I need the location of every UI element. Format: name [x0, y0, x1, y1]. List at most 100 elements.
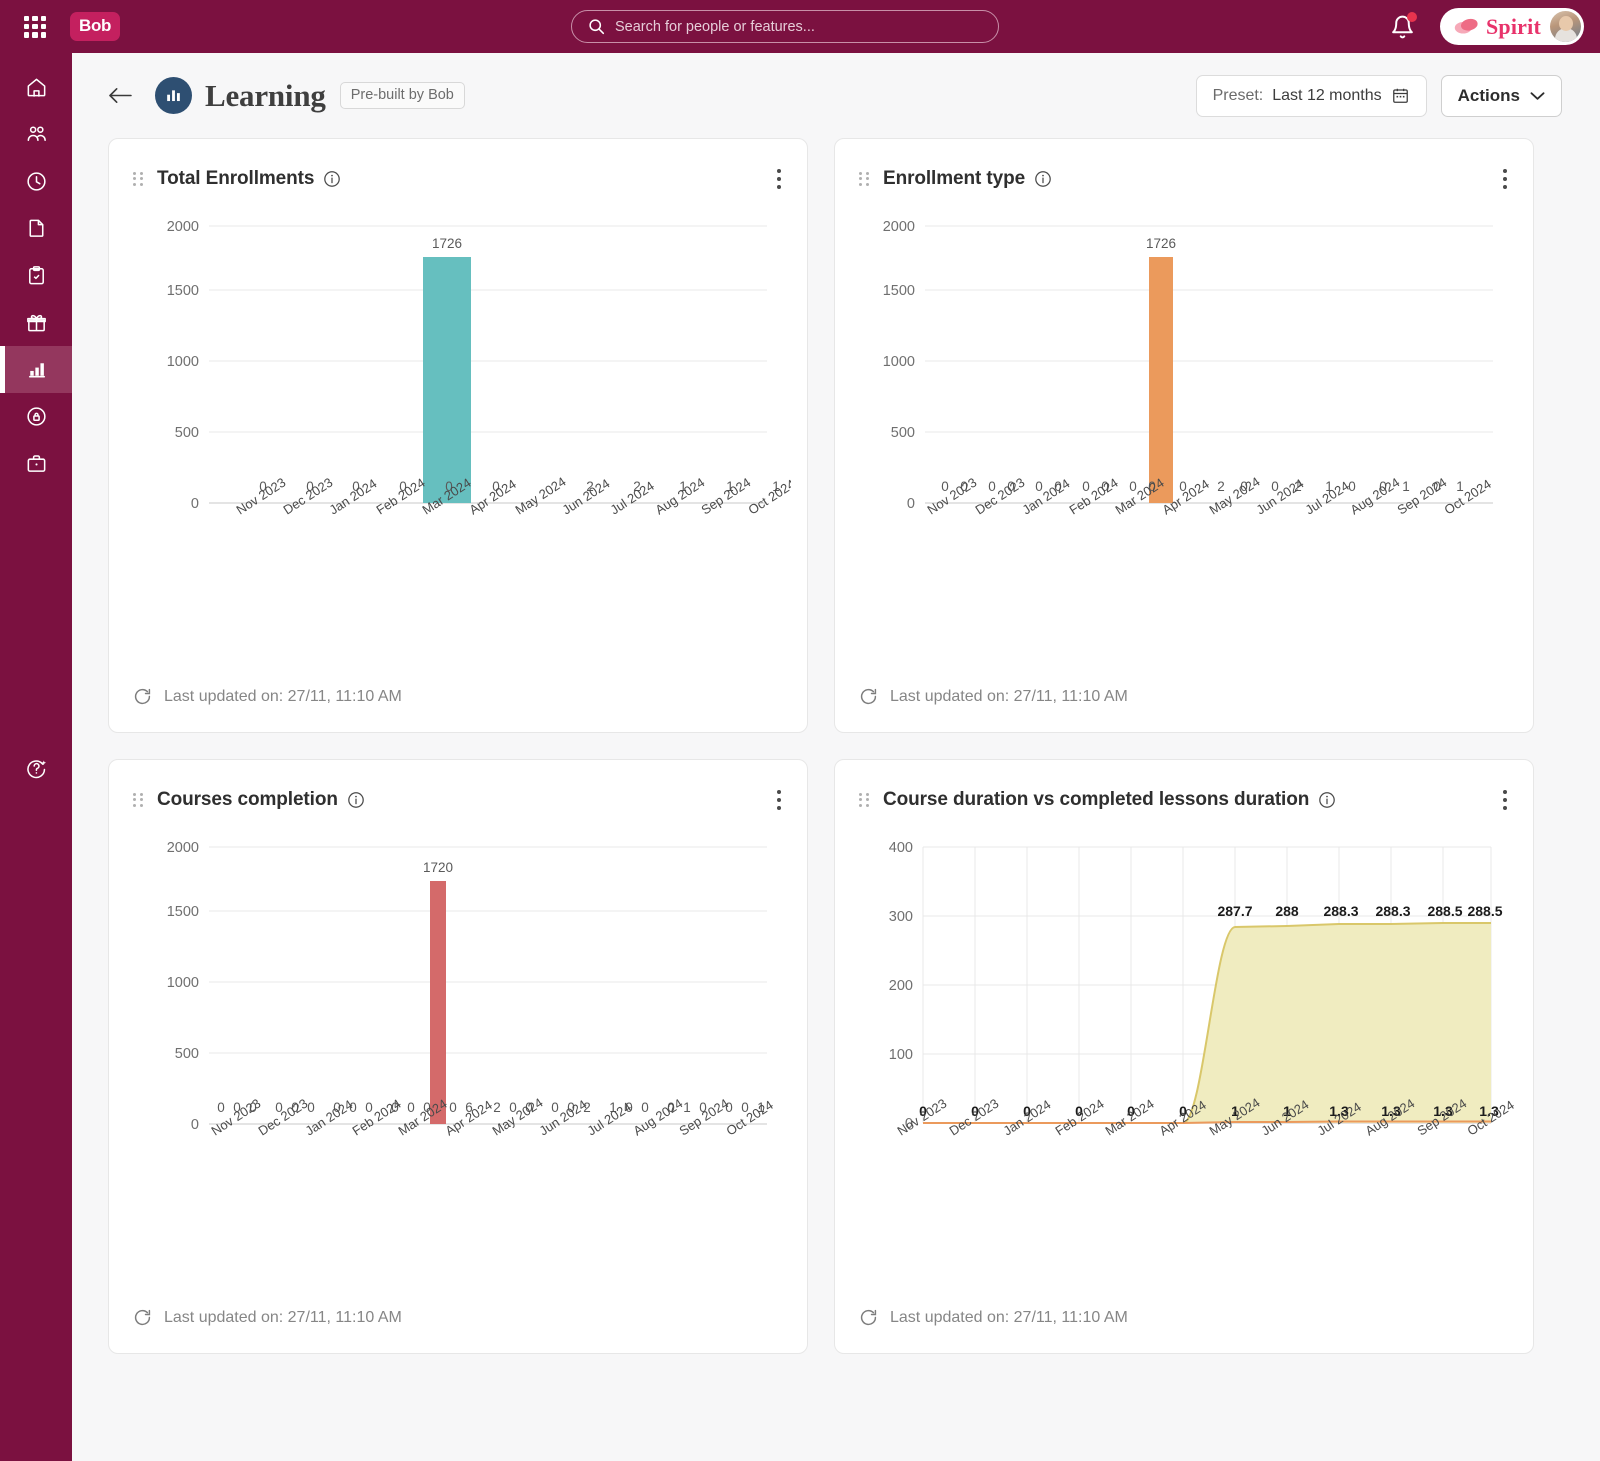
sidebar-item-benefits[interactable] — [0, 299, 72, 346]
card-title: Courses completion — [157, 789, 338, 810]
kebab-menu-icon[interactable] — [771, 786, 783, 814]
sidebar-item-analytics[interactable] — [0, 346, 72, 393]
card-title: Enrollment type — [883, 168, 1026, 189]
sidebar-item-help[interactable] — [0, 745, 72, 792]
sidebar-item-compensation[interactable] — [0, 393, 72, 440]
avatar[interactable] — [1550, 11, 1581, 42]
svg-text:400: 400 — [889, 840, 913, 856]
card-total-enrollments: Total Enrollments 2000 1500 1000 500 0 1… — [108, 138, 808, 733]
svg-text:1500: 1500 — [883, 283, 915, 299]
card-courses-completion: Courses completion 2000 1500 1000 500 0 … — [108, 759, 808, 1354]
info-icon[interactable] — [347, 791, 365, 809]
svg-text:100: 100 — [889, 1047, 913, 1063]
refresh-icon[interactable] — [859, 1308, 878, 1327]
last-updated-text: Last updated on: 27/11, 11:10 AM — [890, 1308, 1128, 1326]
kebab-menu-icon[interactable] — [1497, 786, 1509, 814]
refresh-icon[interactable] — [859, 687, 878, 706]
svg-text:1000: 1000 — [883, 354, 915, 370]
preset-label: Preset: — [1212, 86, 1264, 104]
search-input[interactable] — [615, 18, 955, 35]
svg-text:0: 0 — [217, 1100, 225, 1115]
bar-chart-circle-icon — [155, 77, 192, 114]
svg-text:Aug 2024: Aug 2024 — [630, 1096, 685, 1139]
header-actions: Preset: Last 12 months Actions — [1195, 74, 1562, 117]
bob-logo[interactable]: Bob — [70, 12, 121, 41]
card-footer: Last updated on: 27/11, 11:10 AM — [835, 687, 1533, 732]
notification-bell-icon[interactable] — [1390, 12, 1417, 45]
svg-text:Jun 2024: Jun 2024 — [1253, 476, 1306, 518]
actions-label: Actions — [1457, 85, 1520, 105]
card-header: Course duration vs completed lessons dur… — [835, 760, 1533, 814]
search-container[interactable] — [571, 10, 999, 43]
svg-text:0: 0 — [641, 1100, 649, 1115]
svg-text:2: 2 — [1217, 479, 1225, 494]
chart-course-duration: 400 300 200 100 0 287.7 288 288.3 288.3 … — [835, 814, 1533, 1308]
home-icon — [27, 78, 45, 97]
svg-text:Feb 2024: Feb 2024 — [1066, 475, 1120, 518]
svg-text:2000: 2000 — [167, 219, 199, 235]
account-menu[interactable]: Spirit — [1440, 8, 1584, 45]
refresh-icon[interactable] — [133, 687, 152, 706]
svg-text:Jan 2024: Jan 2024 — [1019, 476, 1072, 518]
svg-text:1: 1 — [1402, 479, 1410, 494]
sidebar-item-people[interactable] — [0, 111, 72, 158]
drag-handle-icon[interactable] — [133, 171, 144, 187]
svg-text:Nov 2023: Nov 2023 — [924, 475, 979, 518]
drag-handle-icon[interactable] — [859, 792, 870, 808]
clock-icon — [26, 172, 46, 191]
svg-text:0: 0 — [907, 496, 915, 512]
svg-text:0: 0 — [191, 496, 199, 512]
svg-text:1720: 1720 — [423, 860, 453, 875]
chevron-down-icon — [1530, 91, 1545, 100]
svg-text:288.3: 288.3 — [1375, 903, 1410, 919]
account-name: Spirit — [1486, 13, 1541, 39]
sidebar — [0, 53, 72, 1461]
svg-text:Dec 2023: Dec 2023 — [972, 475, 1027, 518]
svg-text:0: 0 — [407, 1100, 415, 1115]
sidebar-item-hiring[interactable] — [0, 440, 72, 487]
card-footer: Last updated on: 27/11, 11:10 AM — [109, 1308, 807, 1353]
svg-text:2000: 2000 — [883, 219, 915, 235]
svg-text:1500: 1500 — [167, 904, 199, 920]
card-footer: Last updated on: 27/11, 11:10 AM — [835, 1308, 1533, 1353]
svg-text:Dec 2023: Dec 2023 — [255, 1096, 310, 1139]
svg-text:Oct 2024: Oct 2024 — [745, 476, 791, 517]
page-content: Learning Pre-built by Bob Preset: Last 1… — [72, 53, 1600, 1461]
lock-shield-icon — [26, 407, 46, 426]
sidebar-item-tasks[interactable] — [0, 252, 72, 299]
drag-handle-icon[interactable] — [133, 792, 144, 808]
sidebar-item-home[interactable] — [0, 64, 72, 111]
svg-text:Jul 2024: Jul 2024 — [607, 478, 656, 517]
sidebar-item-documents[interactable] — [0, 205, 72, 252]
help-sparkle-icon — [26, 760, 46, 779]
kebab-menu-icon[interactable] — [771, 165, 783, 193]
dashboard-grid: Total Enrollments 2000 1500 1000 500 0 1… — [72, 138, 1600, 1354]
last-updated-text: Last updated on: 27/11, 11:10 AM — [164, 687, 402, 705]
svg-text:500: 500 — [175, 1046, 199, 1062]
info-icon[interactable] — [323, 170, 341, 188]
last-updated-text: Last updated on: 27/11, 11:10 AM — [890, 687, 1128, 705]
svg-text:1726: 1726 — [1146, 236, 1176, 251]
calendar-icon — [1392, 88, 1408, 103]
preset-selector[interactable]: Preset: Last 12 months — [1195, 74, 1427, 117]
briefcase-icon — [27, 455, 45, 472]
svg-text:May 2024: May 2024 — [512, 474, 568, 518]
svg-text:Oct 2024: Oct 2024 — [1441, 476, 1493, 517]
grid-apps-icon[interactable] — [24, 15, 46, 38]
refresh-icon[interactable] — [133, 1308, 152, 1327]
info-icon[interactable] — [1318, 791, 1336, 809]
kebab-menu-icon[interactable] — [1497, 165, 1509, 193]
svg-text:1500: 1500 — [167, 283, 199, 299]
svg-text:0: 0 — [191, 1117, 199, 1133]
drag-handle-icon[interactable] — [859, 171, 870, 187]
actions-button[interactable]: Actions — [1440, 74, 1562, 117]
chart-enrollment-type: 2000 1500 1000 500 0 1726 0 0 0 0 0 0 0 … — [835, 193, 1533, 687]
svg-text:May 2024: May 2024 — [1206, 474, 1262, 518]
svg-text:1726: 1726 — [432, 236, 462, 251]
svg-text:2: 2 — [493, 1100, 501, 1115]
back-arrow-icon[interactable] — [108, 86, 133, 105]
prebuilt-badge: Pre-built by Bob — [339, 82, 465, 109]
svg-text:Jun 2024: Jun 2024 — [536, 1097, 589, 1139]
info-icon[interactable] — [1034, 170, 1052, 188]
sidebar-item-time[interactable] — [0, 158, 72, 205]
